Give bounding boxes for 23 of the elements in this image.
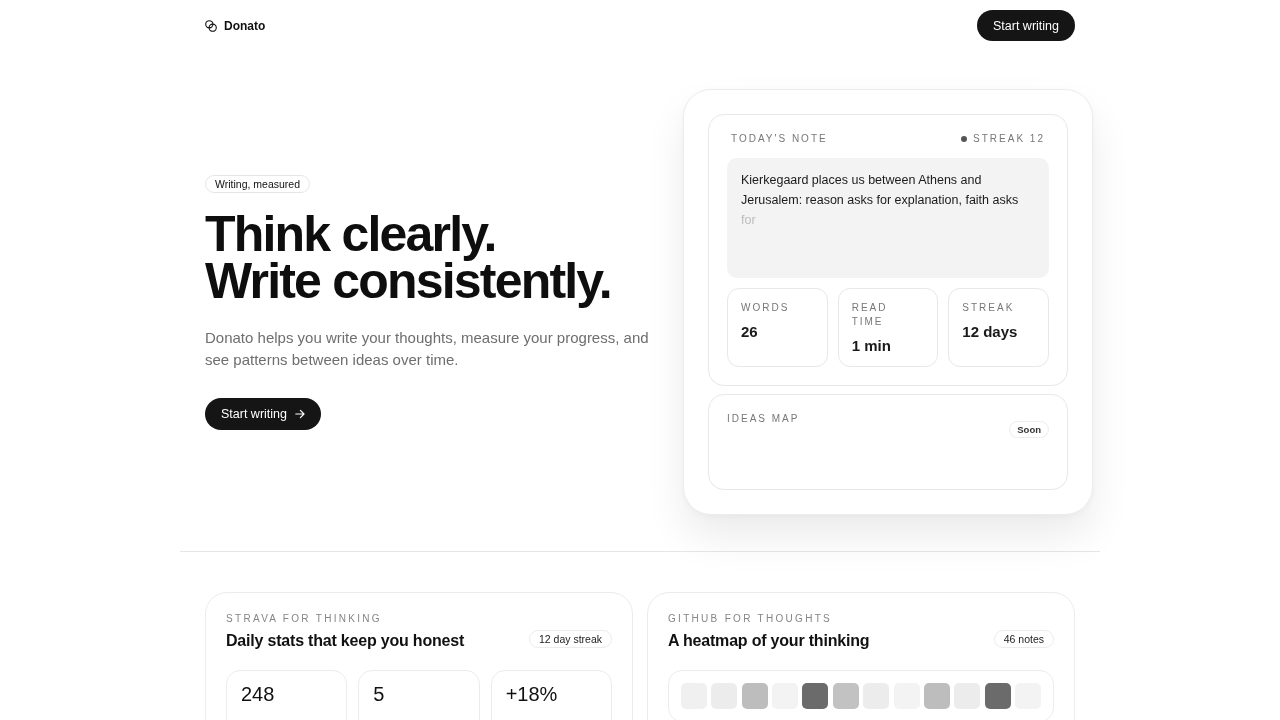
ideas-map-label: IDEAS MAP bbox=[727, 413, 800, 424]
hero-description: Donato helps you write your thoughts, measure your progress, and see patterns between ideas over time. bbox=[205, 327, 650, 370]
feature-title: Daily stats that keep you honest bbox=[226, 632, 465, 650]
brand-name[interactable]: Donato bbox=[224, 18, 266, 33]
feature-eyebrow: STRAVA FOR THINKING bbox=[226, 613, 382, 624]
stat-label: WORDS bbox=[741, 301, 790, 315]
stat-value: 26 bbox=[741, 323, 758, 340]
stat-value: 1 min bbox=[851, 337, 891, 354]
status-dot-icon bbox=[961, 135, 968, 142]
stat-value: 5 bbox=[373, 683, 385, 705]
stat-label: READ TIME bbox=[851, 301, 889, 329]
streak-label: STREAK 12 bbox=[973, 133, 1045, 144]
start-writing-button[interactable]: Start writing bbox=[977, 10, 1075, 41]
stat-value: 248 bbox=[241, 683, 275, 705]
note-label: TODAY'S NOTE bbox=[731, 133, 828, 144]
stat-value: 12 days bbox=[962, 323, 1018, 340]
logo-icon bbox=[205, 19, 217, 32]
feature-eyebrow: GITHUB FOR THOUGHTS bbox=[668, 613, 833, 624]
feature-title: A heatmap of your thinking bbox=[668, 632, 870, 650]
stat-value: +18% bbox=[505, 683, 558, 705]
start-writing-button[interactable]: Start writing bbox=[205, 397, 321, 430]
stat-label: STREAK bbox=[962, 301, 1015, 315]
arrow-right-icon bbox=[295, 408, 305, 419]
